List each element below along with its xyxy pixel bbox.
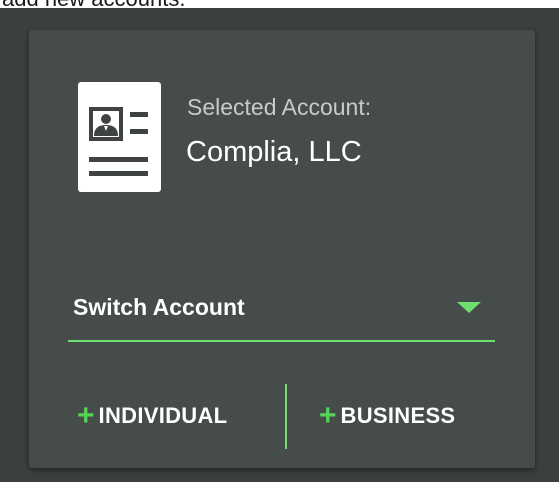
selected-account-name: Complia, LLC [186,136,362,168]
button-divider [285,384,287,449]
caret-down-icon [457,302,481,313]
add-individual-label: INDIVIDUAL [98,403,228,428]
switch-account-label: Switch Account [73,294,245,320]
plus-icon: + [77,399,95,432]
add-individual-button[interactable]: + INDIVIDUAL [77,394,227,438]
top-clipped-text: add new accounts. [2,0,185,8]
switch-account-dropdown[interactable]: Switch Account [68,288,495,342]
account-card: Selected Account: Complia, LLC Switch Ac… [29,30,535,468]
selected-account-label: Selected Account: [187,94,372,120]
top-clipped-text-region: add new accounts. [0,0,559,8]
add-business-button[interactable]: + BUSINESS [319,394,455,438]
page-background: Selected Account: Complia, LLC Switch Ac… [0,8,559,482]
add-business-label: BUSINESS [340,403,456,428]
plus-icon: + [319,399,337,432]
contact-card-icon [78,82,161,192]
